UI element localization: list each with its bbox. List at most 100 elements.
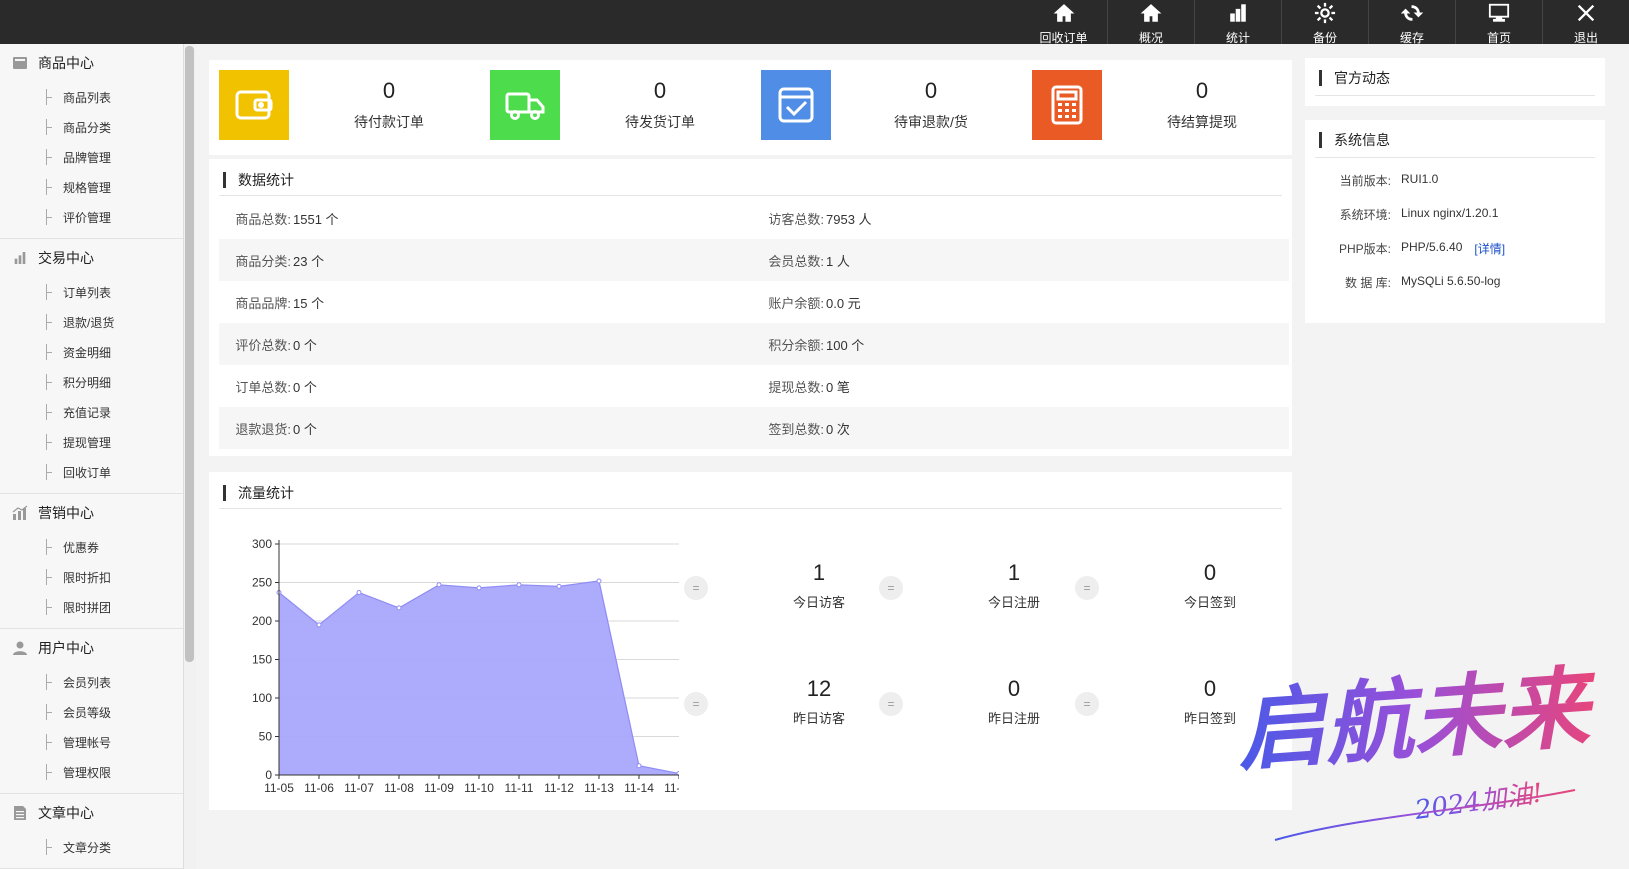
sidebar-group-title[interactable]: 交易中心 [0,239,183,277]
chart-point [356,590,362,596]
equals-icon: = [879,576,903,600]
sidebar-item[interactable]: 商品列表 [0,82,183,112]
sidebar-item[interactable]: 文章分类 [0,832,183,862]
top-nav-item[interactable]: 回收订单 [1020,0,1107,45]
traffic-chart: 0 50 100 150 200 250 300 11-05 11-06 11-07 11-08 11… [252,537,679,795]
top-nav-item[interactable]: 缓存 [1368,0,1455,45]
sidebar-group-label: 用户中心 [38,640,94,656]
equals-icon: = [684,576,708,600]
stat-label: 待付款订单 [354,114,424,130]
sidebar-item-label: 会员列表 [63,675,112,690]
sidebar-item[interactable]: 充值记录 [0,397,183,427]
sidebar-item-label: 资金明细 [63,345,112,360]
order-stat-card[interactable]: 0 待结算提现 [1022,60,1294,155]
data-value: 15 个 [293,295,325,311]
traffic-stat-label: 今日注册 [987,595,1040,610]
data-value: 0 个 [293,379,317,395]
chart-y-tick-label: 250 [252,576,272,590]
sidebar-item[interactable]: 回收订单 [0,457,183,487]
sidebar-item[interactable]: 会员等级 [0,697,183,727]
data-value: 0 次 [826,421,850,437]
data-stats-panel: 数据统计 商品总数: 1551 个 访客总数: 7953 人商品分类: 23 个 会员总数… [209,159,1292,456]
sidebar-item-label: 管理权限 [63,765,112,780]
sidebar-item-label: 会员等级 [63,705,112,720]
close-icon [1575,2,1597,27]
order-stat-card[interactable]: 0 待审退款/货 [751,60,1023,155]
sidebar-item[interactable]: 退款/退货 [0,307,183,337]
data-value: 23 个 [293,253,325,269]
system-info-key: 系统环境: [1339,208,1391,222]
top-nav-label: 首页 [1486,31,1511,45]
sidebar-item[interactable]: 管理帐号 [0,727,183,757]
home-icon [1140,2,1162,27]
system-info-value: RUI1.0 [1401,172,1439,186]
detail-link[interactable]: [详情] [1474,240,1505,257]
sidebar-group: 营销中心 优惠券 限时折扣 限时拼团 [0,494,183,629]
sidebar-group-label: 商品中心 [38,55,94,71]
data-value: 1 人 [826,253,850,269]
sidebar-item[interactable]: 品牌管理 [0,142,183,172]
order-stat-card[interactable]: 0 待发货订单 [480,60,752,155]
divider [219,195,1282,196]
sidebar-item-label: 规格管理 [63,180,112,195]
user-icon [12,640,28,656]
top-nav-label: 退出 [1573,31,1598,45]
system-info-value: MySQLi 5.6.50-log [1401,274,1501,288]
traffic-stats-panel: 流量统计 0 50 100 150 200 250 300 11-05 11-06 11-07 11… [209,472,1292,810]
traffic-stat-label: 昨日注册 [987,711,1040,726]
data-row: 商品分类: 23 个 会员总数: 1 人 [219,239,1289,281]
sidebar-item[interactable]: 提现管理 [0,427,183,457]
sidebar-scrollbar[interactable] [185,46,194,662]
top-nav-item[interactable]: 统计 [1194,0,1281,45]
traffic-stat-label: 今日访客 [792,595,845,610]
sidebar-item-label: 文章分类 [63,840,112,855]
stat-value: 0 [1195,78,1209,103]
data-key: 商品分类: [235,253,291,269]
sidebar-item[interactable]: 规格管理 [0,172,183,202]
sidebar-item[interactable]: 管理权限 [0,757,183,787]
system-info-panel: 系统信息 当前版本: RUI1.0 系统环境: Linux nginx/1.20.1 P… [1305,120,1605,323]
chart-x-tick-label: 11-12 [544,781,574,795]
sidebar-item[interactable]: 资金明细 [0,337,183,367]
sidebar-item[interactable]: 评价管理 [0,202,183,232]
checkbox-icon [761,70,831,140]
data-row: 商品总数: 1551 个 访客总数: 7953 人 [219,197,1289,239]
top-nav-item[interactable]: 备份 [1281,0,1368,45]
sidebar-item[interactable]: 会员列表 [0,667,183,697]
chart-point [556,583,562,589]
chart-y-tick-label: 50 [259,730,273,744]
chart-point [636,763,642,769]
order-stat-card[interactable]: 0 待付款订单 [209,60,481,155]
top-nav-item[interactable]: 首页 [1455,0,1542,45]
sidebar-item[interactable]: 积分明细 [0,367,183,397]
sidebar-group: 文章中心文章分类 [0,794,183,869]
chart-y-tick-label: 300 [252,537,272,551]
chart-x-tick-label: 11-14 [624,781,654,795]
data-key: 商品总数: [235,211,291,227]
divider [1315,95,1595,96]
chart-area [279,580,679,775]
equals-icon: = [1075,576,1099,600]
sidebar-group: 交易中心 订单列表 退款/退货资金明细积分明细充值记录提现管理回收订单 [0,239,183,494]
sidebar-item-label: 品牌管理 [63,150,112,165]
sidebar-item[interactable]: 限时拼团 [0,592,183,622]
sidebar-item[interactable]: 商品分类 [0,112,183,142]
sidebar-item-label: 提现管理 [63,435,112,450]
sidebar-item[interactable]: 订单列表 [0,277,183,307]
top-nav-item[interactable]: 概况 [1107,0,1194,45]
sidebar-group-title[interactable]: 营销中心 [0,494,183,532]
top-nav-item[interactable]: 退出 [1542,0,1629,45]
traffic-stat: 12 昨日访客 [744,676,894,727]
stat-label: 待结算提现 [1167,114,1237,130]
sidebar-item-label: 积分明细 [63,375,112,390]
traffic-stat-value: 0 [1203,676,1217,701]
chart-x-tick-label: 11-08 [384,781,414,795]
top-nav-label: 统计 [1225,31,1250,45]
chart-x-tick-label: 11-11 [505,781,534,795]
sidebar-group-title[interactable]: 用户中心 [0,629,183,667]
sidebar-group-title[interactable]: 商品中心 [0,44,183,82]
sidebar-item[interactable]: 优惠券 [0,532,183,562]
sidebar-item[interactable]: 限时折扣 [0,562,183,592]
sidebar-group-title[interactable]: 文章中心 [0,794,183,832]
data-key: 商品品牌: [235,295,291,311]
